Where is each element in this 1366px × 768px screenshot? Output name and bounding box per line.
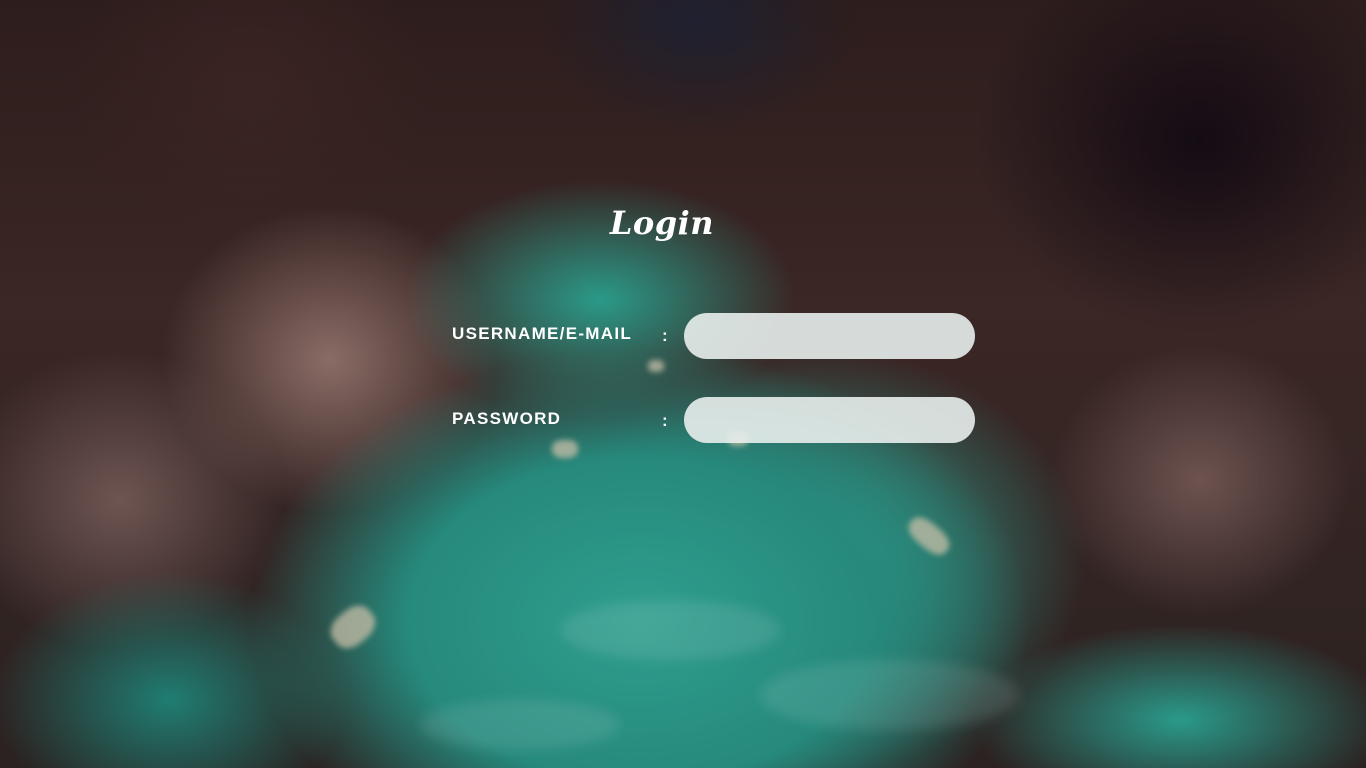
boat (903, 512, 955, 560)
password-label: PASSWORD (452, 409, 562, 428)
username-field[interactable] (684, 313, 975, 359)
water-ripple (560, 600, 780, 660)
username-label: USERNAME/E-MAIL (452, 324, 633, 343)
boat (552, 440, 578, 458)
water-ripple (760, 660, 1020, 730)
username-separator: : (662, 326, 668, 345)
boat (324, 599, 382, 655)
boat (648, 360, 664, 372)
water-ripple (420, 700, 620, 750)
password-separator: : (662, 411, 668, 430)
password-field[interactable] (684, 397, 975, 443)
background-image (0, 0, 1366, 768)
page-title: Login (609, 204, 715, 242)
